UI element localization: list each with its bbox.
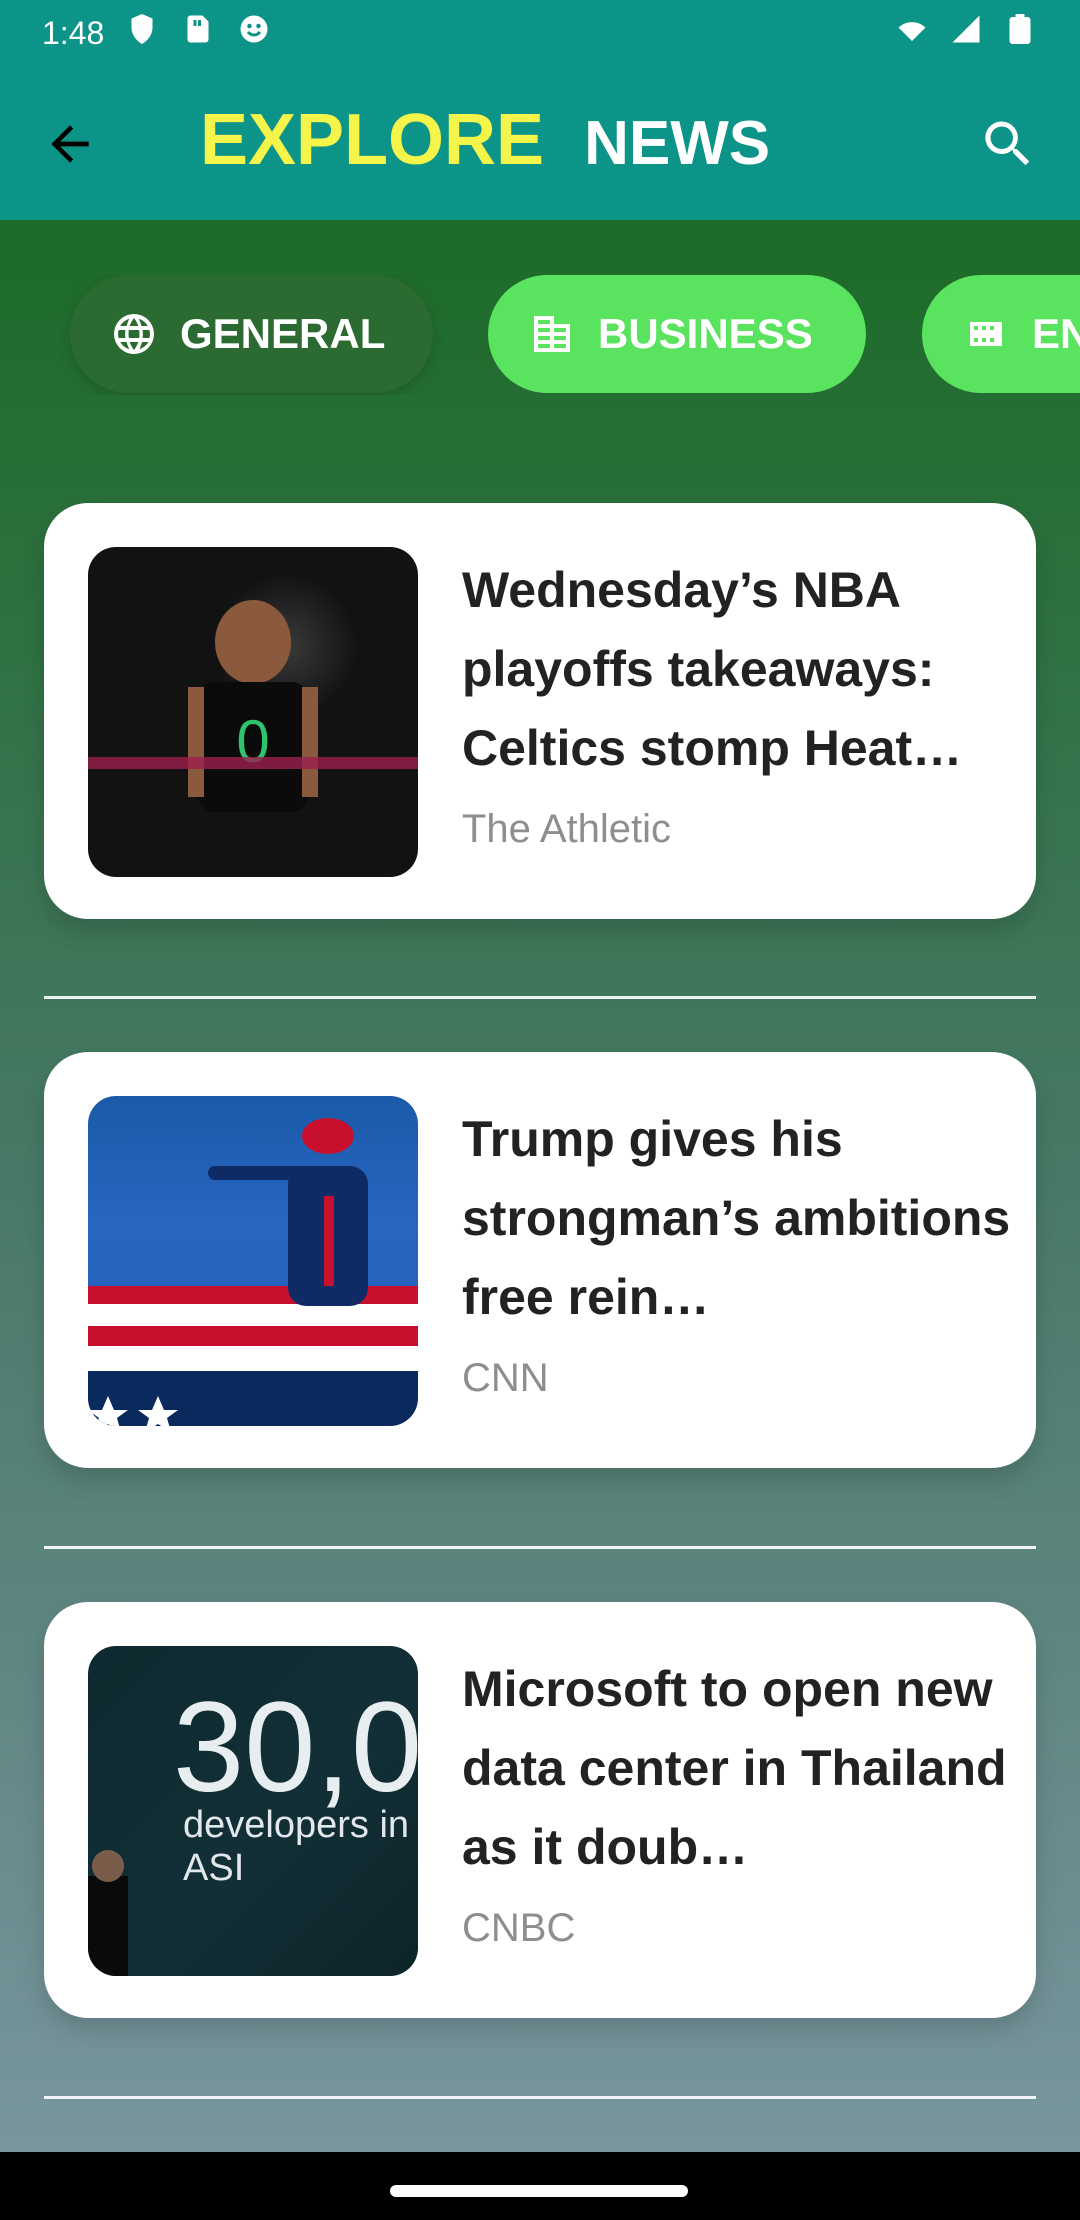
category-chips: GENERAL BUSINESS EN: [0, 275, 1080, 395]
film-icon: [970, 322, 1002, 346]
chip-general[interactable]: GENERAL: [70, 275, 433, 393]
political-rally-image: [88, 1118, 418, 1426]
article-headline-1: Wednesday’s NBA playoffs takeaways: Celt…: [462, 562, 963, 776]
battery-icon: [1002, 11, 1038, 55]
chip-business[interactable]: BUSINESS: [488, 275, 866, 393]
search-icon: [985, 121, 1030, 166]
arrow-left-icon: [51, 125, 89, 163]
back-button[interactable]: [42, 116, 98, 172]
article-thumbnail-2: [88, 1096, 418, 1426]
search-button[interactable]: [978, 114, 1038, 174]
sd-card-icon: [180, 11, 216, 55]
divider-1: [44, 996, 1036, 999]
chip-label-general: GENERAL: [180, 310, 386, 357]
wifi-icon: [894, 11, 930, 55]
home-indicator: [0, 2152, 1080, 2220]
article-thumbnail-1: 0: [88, 547, 418, 877]
title-explore: EXPLORE: [200, 100, 545, 180]
building-icon: [534, 316, 570, 352]
title-news: NEWS: [584, 109, 771, 178]
app-bar: EXPLORE NEWS: [0, 66, 1080, 220]
article-source-3: CNBC: [462, 1906, 576, 1950]
signal-icon: [948, 11, 984, 55]
shield-icon: [124, 11, 160, 55]
article-card-2[interactable]: Trump gives his strongman’s ambitions fr…: [44, 1052, 1036, 1468]
article-card-3[interactable]: 30,00 developers in ASI Microsoft to ope…: [44, 1602, 1036, 2018]
article-thumbnail-3: 30,00 developers in ASI: [88, 1646, 418, 1976]
status-time: 1:48: [42, 14, 105, 51]
home-pill[interactable]: [390, 2185, 688, 2197]
smiley-icon: [236, 11, 272, 55]
chip-label-business: BUSINESS: [598, 310, 813, 357]
article-card-1[interactable]: 0 Wednesday’s NBA playoffs takeaways: Ce…: [44, 503, 1036, 919]
chip-entertainment[interactable]: EN: [922, 275, 1080, 393]
chip-label-entertainment: EN: [1032, 310, 1080, 357]
globe-icon: [114, 314, 154, 354]
article-source-1: The Athletic: [462, 807, 672, 851]
divider-3: [44, 2096, 1036, 2099]
article-headline-3: Microsoft to open new data center in Tha…: [462, 1661, 1007, 1875]
basketball-player-image: 0: [88, 600, 418, 812]
speaker-silhouette: [88, 1850, 128, 1976]
status-bar: 1:48: [0, 0, 1080, 66]
article-headline-2: Trump gives his strongman’s ambitions fr…: [462, 1111, 1011, 1325]
article-source-2: CNN: [462, 1356, 549, 1400]
app-title: EXPLORE NEWS: [200, 104, 770, 176]
divider-2: [44, 1546, 1036, 1549]
